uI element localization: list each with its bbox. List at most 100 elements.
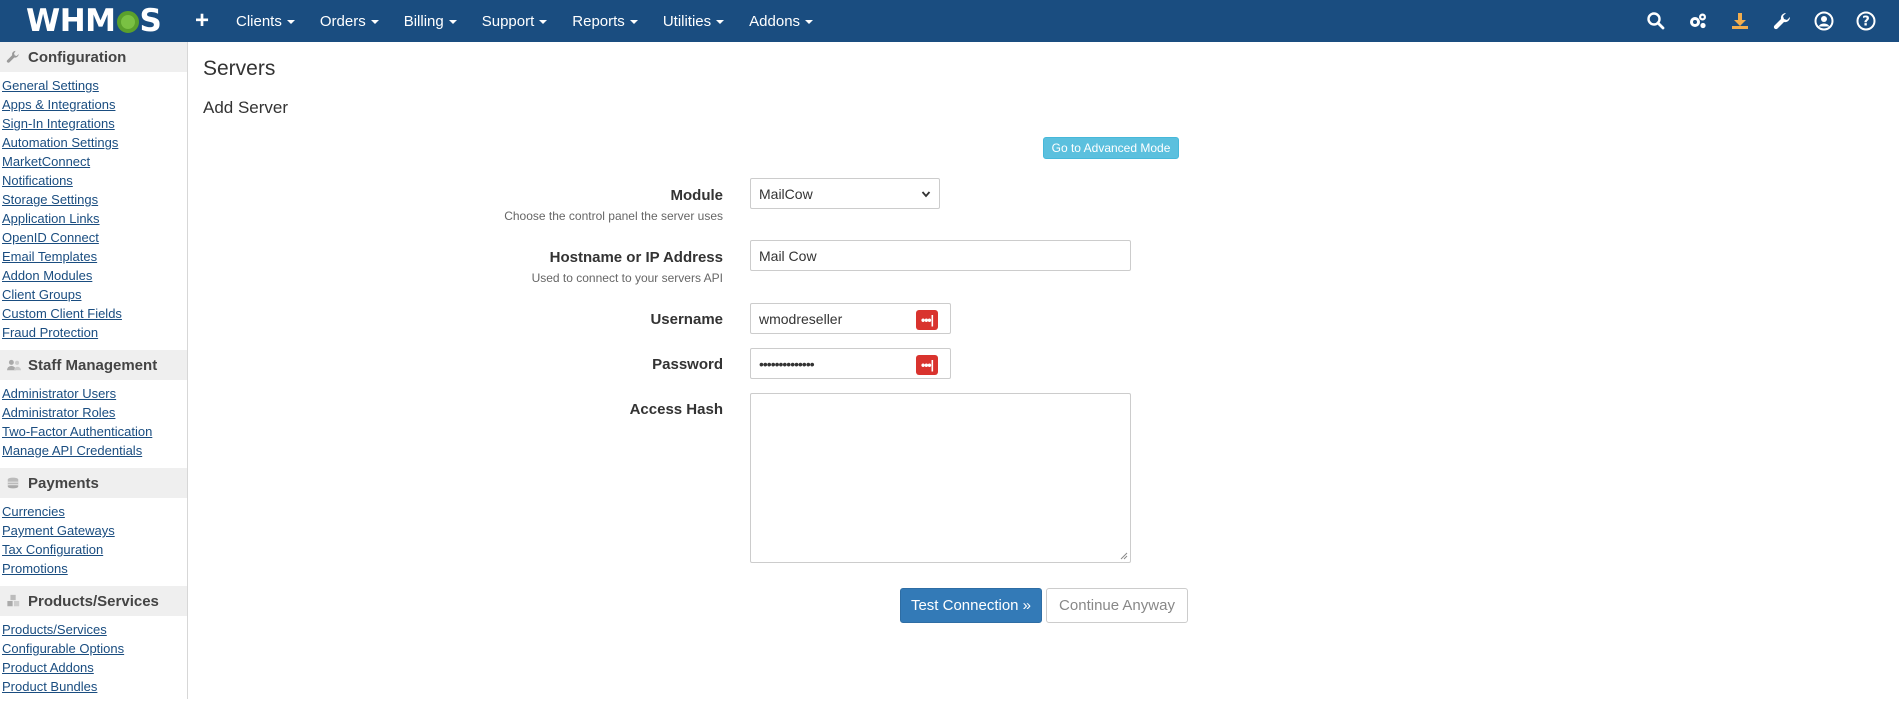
password-manager-icon[interactable]: •••| [916,355,938,375]
sidebar-link[interactable]: Payment Gateways [2,521,187,540]
sidebar-links-staff-management: Administrator Users Administrator Roles … [0,380,187,468]
sidebar-section-title: Payments [28,474,99,492]
caret-down-icon [448,19,457,24]
nav-support-label: Support [481,12,535,30]
username-input[interactable]: wmodreseller •••| [750,303,951,334]
password-input-value: •••••••••••••• [759,355,815,372]
caret-down-icon [370,19,379,24]
access-hash-label: Access Hash [629,401,723,418]
main-menu: Clients Orders Billing Support Reports U… [236,0,838,42]
nav-support[interactable]: Support [482,13,548,30]
nav-addons-label: Addons [749,12,801,30]
sidebar-link[interactable]: Notifications [2,171,187,190]
sidebar-link[interactable]: General Settings [2,76,187,95]
nav-addons[interactable]: Addons [749,12,814,30]
password-manager-icon[interactable]: •••| [916,310,938,330]
sidebar-link[interactable]: Product Addons [2,658,187,677]
sidebar-link[interactable]: Addon Modules [2,266,187,285]
sidebar-section-payments: Payments [0,468,187,498]
nav-orders[interactable]: Orders [320,13,379,30]
sidebar-link[interactable]: MarketConnect [2,152,187,171]
nav-orders-label: Orders [319,12,366,30]
sidebar-link[interactable]: Tax Configuration [2,540,187,559]
module-label: Module [670,187,724,204]
sidebar-link[interactable]: Manage API Credentials [2,441,187,460]
sidebar-section-products-services: Products/Services [0,586,187,616]
sidebar-link[interactable]: Product Bundles [2,677,187,696]
download-icon[interactable] [1729,10,1751,32]
sidebar-link[interactable]: Administrator Roles [2,403,187,422]
sidebar: Configuration General Settings Apps & In… [0,42,188,699]
sidebar-links-products-services: Products/Services Configurable Options P… [0,616,187,704]
advanced-mode-button[interactable]: Go to Advanced Mode [1043,137,1179,159]
nav-reports-label: Reports [572,12,625,30]
nav-utilities-label: Utilities [662,12,712,30]
sidebar-link[interactable]: Application Links [2,209,187,228]
page-subtitle: Add Server [203,98,289,117]
continue-anyway-button[interactable]: Continue Anyway [1046,588,1188,623]
sidebar-link[interactable]: Sign-In Integrations [2,114,187,133]
whmcs-logo[interactable]: WHM S [26,3,162,39]
sidebar-section-title: Products/Services [28,592,159,610]
logo-text-prefix: WHM [26,3,116,39]
sidebar-link[interactable]: Apps & Integrations [2,95,187,114]
hostname-input-value: Mail Cow [759,247,817,264]
sidebar-link[interactable]: Fraud Protection [2,323,187,342]
sidebar-link[interactable]: Products/Services [2,620,187,639]
caret-down-icon [286,19,295,24]
sidebar-link[interactable]: OpenID Connect [2,228,187,247]
module-help-text: Choose the control panel the server uses [504,209,723,223]
sidebar-link[interactable]: Configurable Options [2,639,187,658]
nav-billing[interactable]: Billing [404,13,457,30]
plus-icon[interactable]: + [195,6,209,36]
page-title: Servers [203,57,276,80]
nav-icon-group: ? [1625,0,1877,42]
sidebar-link[interactable]: Custom Client Fields [2,304,187,323]
hostname-label: Hostname or IP Address [549,249,723,266]
username-label: Username [650,311,723,328]
sidebar-link[interactable]: Automation Settings [2,133,187,152]
nav-reports[interactable]: Reports [572,13,638,30]
chevron-down-icon [921,190,931,197]
users-icon [6,357,22,373]
password-input[interactable]: •••••••••••••• •••| [750,348,951,379]
search-icon[interactable] [1645,10,1667,32]
sidebar-link[interactable]: Administrator Users [2,384,187,403]
top-navbar: WHM S + Clients Orders Billing Support Re… [0,0,1899,42]
nav-utilities[interactable]: Utilities [662,12,725,30]
caret-down-icon [539,19,548,24]
hostname-input[interactable]: Mail Cow [750,240,1131,271]
gears-icon[interactable] [1687,10,1709,32]
sidebar-links-configuration: General Settings Apps & Integrations Sig… [0,72,187,350]
sidebar-section-configuration: Configuration [0,42,187,72]
wrench-icon [6,49,22,65]
sidebar-section-title: Configuration [28,48,127,66]
sidebar-link[interactable]: Storage Settings [2,190,187,209]
sidebar-section-title: Staff Management [28,356,158,374]
resize-handle-icon[interactable] [1120,552,1128,560]
sidebar-link[interactable]: Client Groups [2,285,187,304]
user-icon[interactable] [1813,10,1835,32]
wrench-icon[interactable] [1771,10,1793,32]
caret-down-icon [716,19,725,24]
nav-billing-label: Billing [403,12,444,30]
password-label: Password [652,356,723,373]
sidebar-link[interactable]: Currencies [2,502,187,521]
sidebar-links-payments: Currencies Payment Gateways Tax Configur… [0,498,187,586]
sidebar-link[interactable]: Email Templates [2,247,187,266]
caret-down-icon [629,19,638,24]
help-icon[interactable]: ? [1855,10,1877,32]
sidebar-link[interactable]: Two-Factor Authentication [2,422,187,441]
svg-text:?: ? [1862,15,1870,30]
hostname-help-text: Used to connect to your servers API [531,271,723,285]
sidebar-link[interactable]: Promotions [2,559,187,578]
username-input-value: wmodreseller [759,310,843,327]
access-hash-textarea[interactable] [750,393,1131,563]
sidebar-section-staff-management: Staff Management [0,350,187,380]
nav-clients[interactable]: Clients [236,13,295,30]
module-select[interactable]: MailCow [750,178,940,209]
test-connection-button[interactable]: Test Connection » [900,588,1042,623]
module-select-value: MailCow [759,185,813,202]
caret-down-icon [805,19,814,24]
cubes-icon [6,593,22,609]
